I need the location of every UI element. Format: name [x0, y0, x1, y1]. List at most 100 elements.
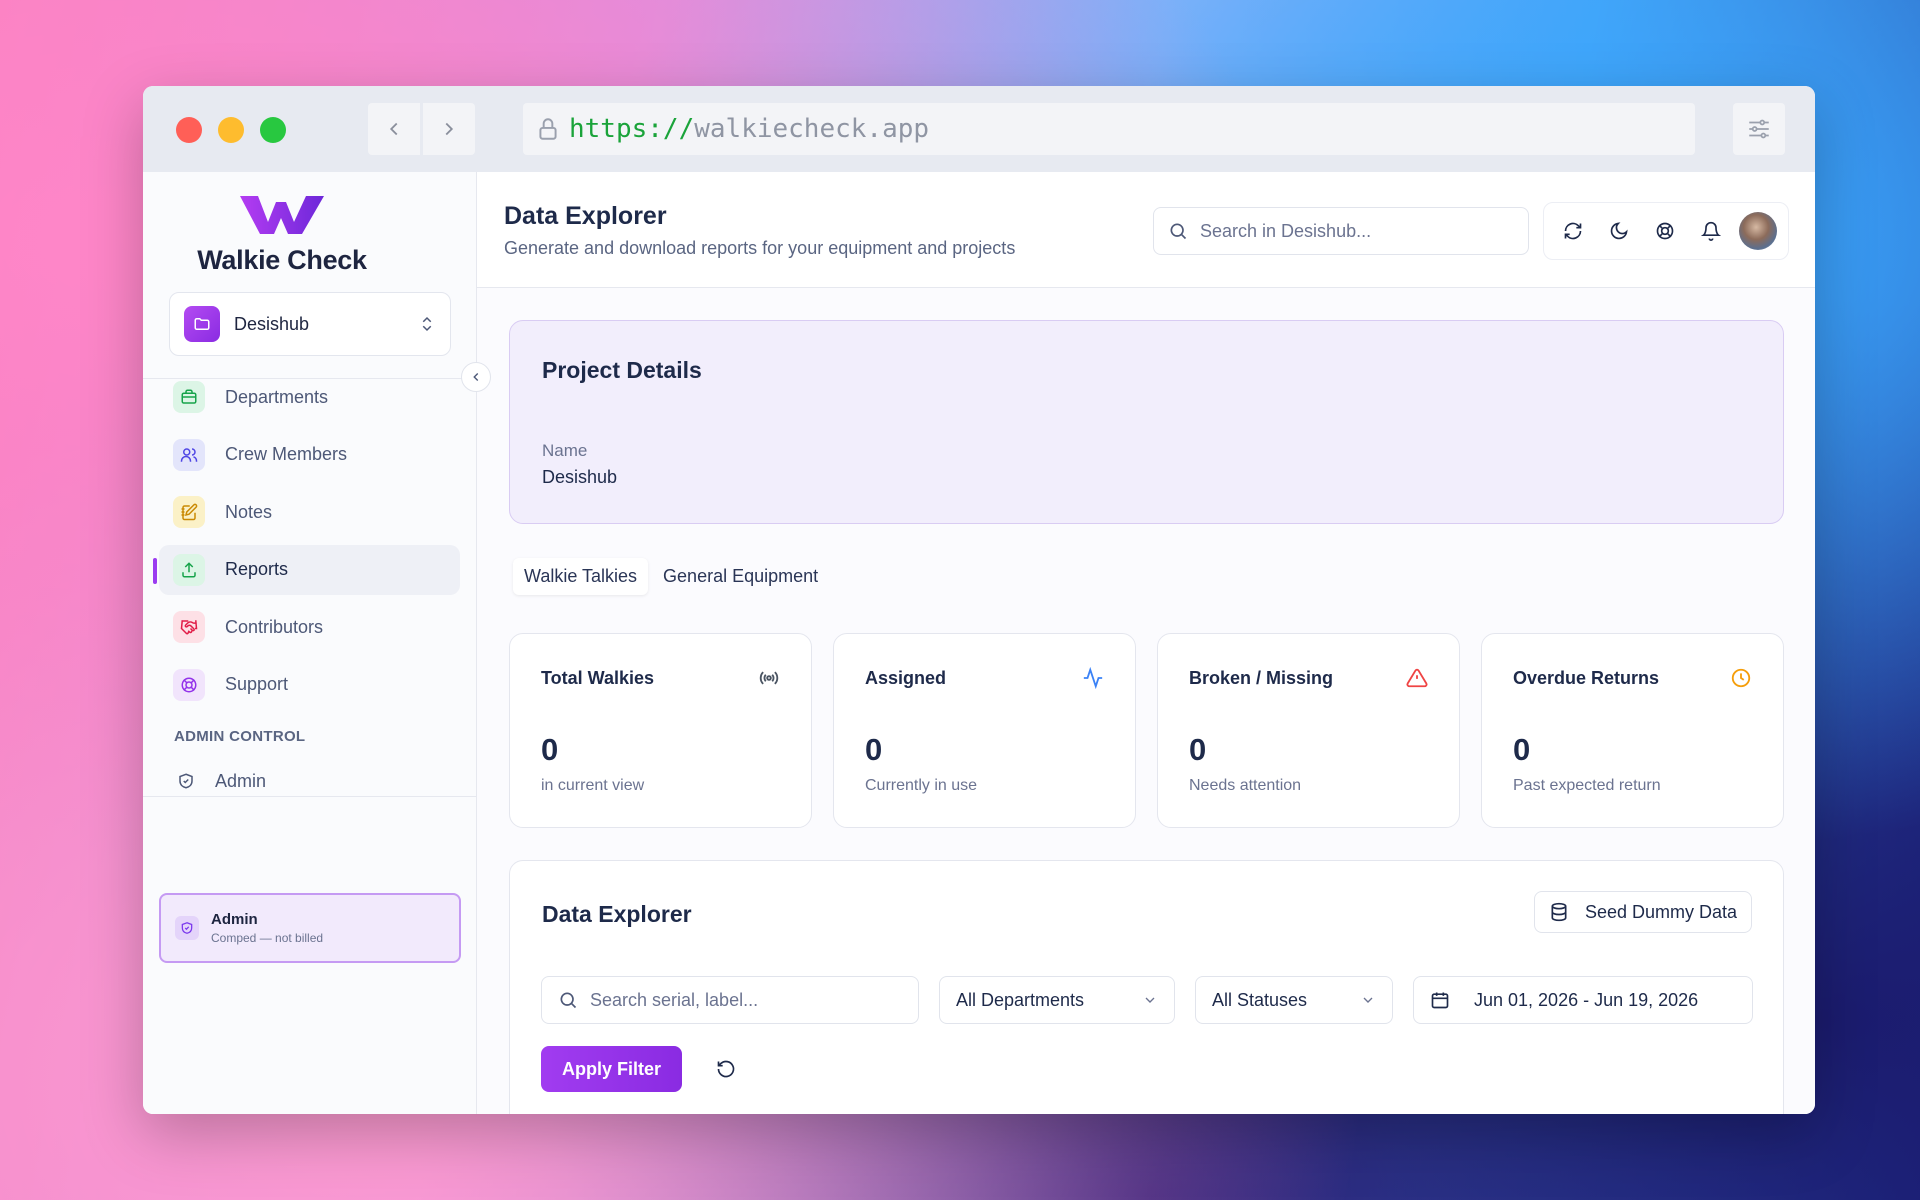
data-explorer-title: Data Explorer [542, 901, 692, 927]
global-search-input[interactable]: Search in Desishub... [1153, 207, 1529, 255]
database-icon [1549, 902, 1569, 922]
stat-value: 0 [865, 732, 883, 767]
minimize-window-button[interactable] [218, 117, 244, 143]
collapse-sidebar-button[interactable] [461, 362, 491, 392]
bell-icon[interactable] [1693, 213, 1729, 249]
refresh-icon[interactable] [1555, 213, 1591, 249]
sidebar-item-label: Support [225, 674, 289, 694]
chevron-right-icon [445, 122, 454, 136]
chevrons-up-down-icon [422, 316, 432, 332]
browser-settings-button[interactable] [1733, 103, 1785, 155]
page-title: Data Explorer [504, 202, 667, 230]
stat-title: Total Walkies [541, 668, 655, 688]
folder-icon [184, 306, 220, 342]
shield-check-icon [179, 773, 193, 789]
shield-check-icon [175, 916, 199, 940]
app-body: Walkie Check Desishub Departments Crew M… [143, 172, 1815, 1114]
project-name-value: Desishub [542, 467, 618, 487]
serial-search-input[interactable]: Search serial, label... [541, 976, 919, 1024]
lock-icon [535, 116, 561, 142]
briefcase-icon [173, 381, 205, 413]
sidebar-item-departments[interactable]: Departments [159, 372, 460, 422]
status-select-value: All Statuses [1212, 989, 1308, 1010]
sidebar-item-notes[interactable]: Notes [159, 487, 460, 537]
avatar[interactable] [1739, 212, 1777, 250]
stat-subtitle: in current view [541, 777, 645, 794]
users-icon [173, 438, 205, 471]
equipment-tabs: Walkie Talkies General Equipment [513, 556, 829, 596]
date-range-value: Jun 01, 2026 - Jun 19, 2026 [1474, 989, 1699, 1010]
seed-button-label: Seed Dummy Data [1584, 901, 1737, 922]
notebook-pen-icon [173, 496, 205, 528]
chevron-down-icon [1363, 997, 1373, 1003]
sidebar-item-label: Crew Members [225, 444, 348, 464]
reset-icon[interactable] [714, 1057, 738, 1081]
search-icon [1168, 221, 1188, 241]
lifebuoy-icon[interactable] [1647, 213, 1683, 249]
sidebar-item-crew-members[interactable]: Crew Members [159, 430, 460, 480]
forward-button[interactable] [423, 103, 475, 155]
project-selector[interactable]: Desishub [169, 292, 451, 356]
upload-icon [173, 553, 205, 586]
project-name: Desishub [234, 313, 310, 334]
stat-subtitle: Needs attention [1189, 777, 1302, 794]
page-header: Data Explorer Generate and download repo… [477, 172, 1815, 288]
sidebar-item-reports[interactable]: Reports [153, 544, 460, 595]
account-title: Admin [211, 911, 258, 928]
main-content: Data Explorer Generate and download repo… [477, 172, 1815, 1114]
tab-walkie-talkies[interactable]: Walkie Talkies [513, 557, 649, 595]
sidebar-item-admin[interactable]: Admin [177, 768, 266, 794]
stat-title: Broken / Missing [1189, 668, 1334, 688]
lifebuoy-icon [173, 668, 205, 701]
stat-value: 0 [541, 732, 559, 767]
stat-card-total-walkies: Total Walkies 0 in current view [509, 633, 812, 828]
calendar-icon [1430, 990, 1450, 1010]
seed-dummy-data-button[interactable]: Seed Dummy Data [1533, 891, 1752, 933]
alert-triangle-icon [1405, 666, 1429, 690]
project-name-label: Name [542, 441, 588, 460]
serial-search-placeholder: Search serial, label... [590, 989, 759, 1010]
address-bar[interactable]: https://walkiecheck.app [523, 103, 1695, 155]
walkie-check-logo-icon [240, 196, 324, 234]
sidebar-item-support[interactable]: Support [159, 660, 460, 710]
nav-section-title: ADMIN CONTROL [174, 728, 306, 745]
account-card[interactable]: Admin Comped — not billed [159, 893, 461, 963]
apply-filter-button[interactable]: Apply Filter [541, 1046, 682, 1092]
stat-value: 0 [1189, 732, 1207, 767]
department-select-value: All Departments [956, 989, 1085, 1010]
stat-card-assigned: Assigned 0 Currently in use [833, 633, 1136, 828]
stat-title: Overdue Returns [1513, 668, 1660, 688]
date-range-picker[interactable]: Jun 01, 2026 - Jun 19, 2026 [1413, 976, 1753, 1024]
header-actions [1543, 202, 1789, 260]
sidebar-item-label: Admin [215, 770, 267, 791]
stat-subtitle: Past expected return [1513, 777, 1661, 794]
status-select[interactable]: All Statuses [1195, 976, 1393, 1024]
sidebar-nav: Departments Crew Members Notes Reports C… [153, 372, 460, 717]
chevron-left-icon [389, 122, 398, 136]
browser-titlebar: https://walkiecheck.app [143, 86, 1815, 172]
sidebar-divider [143, 796, 476, 797]
sidebar-item-label: Reports [225, 559, 289, 579]
sliders-icon [1749, 119, 1769, 139]
page-subtitle: Generate and download reports for your e… [504, 238, 1016, 258]
maximize-window-button[interactable] [260, 117, 286, 143]
sidebar-item-label: Contributors [225, 616, 324, 637]
stat-card-broken-missing: Broken / Missing 0 Needs attention [1157, 633, 1460, 828]
sidebar-item-contributors[interactable]: Contributors [159, 602, 460, 652]
project-details-title: Project Details [542, 357, 702, 383]
stats-row: Total Walkies 0 in current view Assigned… [509, 633, 1784, 828]
radio-icon [757, 666, 781, 690]
chevron-left-icon [473, 373, 479, 381]
department-select[interactable]: All Departments [939, 976, 1175, 1024]
close-window-button[interactable] [176, 117, 202, 143]
sidebar: Walkie Check Desishub Departments Crew M… [143, 172, 477, 1114]
data-explorer-card: Data Explorer Seed Dummy Data Search ser… [509, 860, 1784, 1114]
clock-icon [1729, 666, 1753, 690]
moon-icon[interactable] [1601, 213, 1637, 249]
brand-logo[interactable]: Walkie Check [187, 192, 377, 276]
back-button[interactable] [368, 103, 420, 155]
sidebar-item-label: Departments [225, 386, 329, 407]
url-protocol: https:// [569, 114, 695, 144]
tab-general-equipment[interactable]: General Equipment [652, 558, 829, 595]
account-subtitle: Comped — not billed [211, 931, 324, 945]
